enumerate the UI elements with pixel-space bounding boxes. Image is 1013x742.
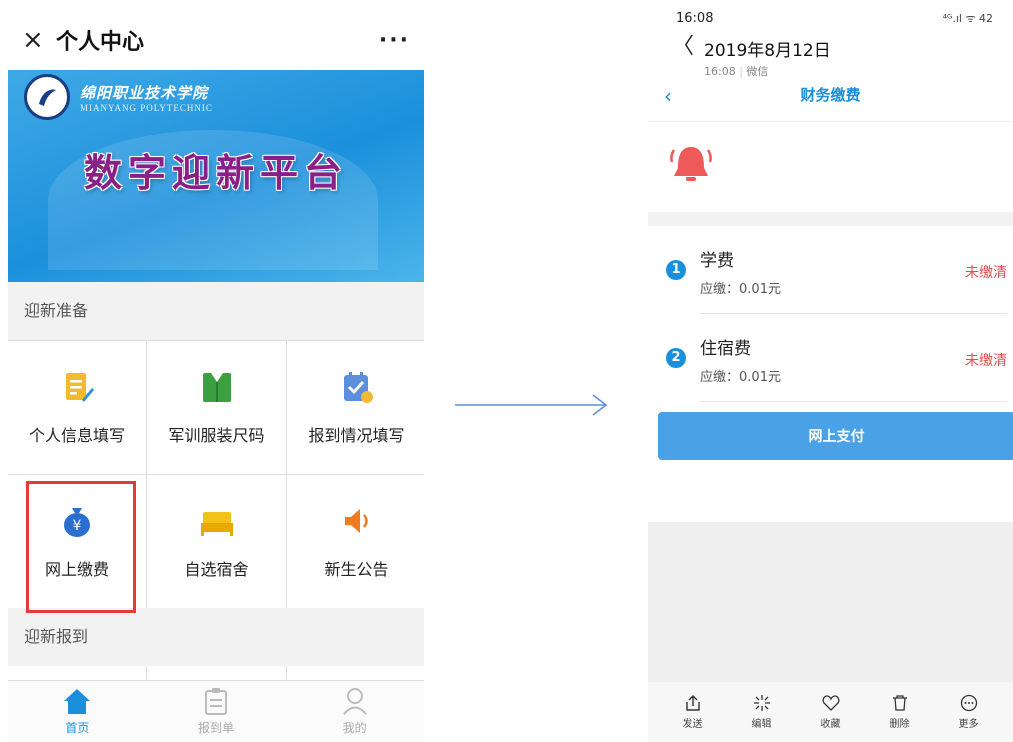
grid-item-freshman-notice[interactable]: 新生公告: [287, 475, 424, 608]
uniform-icon: [200, 370, 234, 404]
action-label: 编辑: [751, 719, 772, 730]
school-name-en: MIANYANG POLYTECHNIC: [80, 102, 213, 113]
fee-item-accommodation[interactable]: 2 住宿费 应缴：0.01元 未缴清: [666, 314, 1007, 402]
clipboard-icon: [205, 688, 227, 715]
tab-label: 我的: [342, 721, 367, 735]
fee-item-tuition[interactable]: 1 学费 应缴：0.01元 未缴清: [666, 226, 1007, 314]
alert-bell-icon: [670, 147, 712, 181]
school-logo: 绵阳职业技术学院 MIANYANG POLYTECHNIC: [24, 74, 213, 120]
fee-index-badge: 2: [666, 348, 686, 368]
chat-subtitle: 16:08 | 微信: [704, 65, 769, 78]
fee-name: 学费: [700, 251, 734, 271]
top-bar: × 个人中心 ···: [8, 10, 424, 70]
function-grid: 个人信息填写 军训服装尺码 报到情况填写 ¥ 网上缴费 自选宿舍 新生公告: [8, 340, 424, 613]
fee-name: 住宿费: [700, 339, 751, 359]
grid-item-label: 自选宿舍: [184, 559, 249, 579]
edit-sparkle-icon: [753, 695, 770, 711]
close-icon[interactable]: ×: [22, 25, 52, 55]
grid-item-label: 个人信息填写: [28, 425, 125, 445]
grid-item-dorm-select[interactable]: 自选宿舍: [147, 475, 286, 608]
tab-registration-form[interactable]: 报到单: [147, 681, 286, 742]
home-icon: [64, 689, 91, 714]
svg-text:¥: ¥: [73, 518, 82, 534]
bottom-tab-bar: 首页 报到单 我的: [8, 680, 424, 742]
more-circle-icon: [960, 694, 977, 712]
action-delete[interactable]: 删除: [890, 694, 910, 730]
page-title: 财务缴费: [800, 86, 861, 104]
flow-arrow-icon: [455, 394, 608, 416]
bottom-action-bar: 发送 编辑 收藏 删除 更多: [648, 682, 1013, 742]
finance-payment-screen: 16:08 ⁴ᴳ.ıl ᯤ 42 〈 2019年8月12日 16:08 | 微信…: [648, 0, 1013, 742]
personal-center-screen: × 个人中心 ··· 绵阳职业技术学院 MIANYANG POLYTECHNIC…: [8, 10, 424, 742]
action-favorite[interactable]: 收藏: [821, 694, 841, 730]
fee-status: 未缴清: [965, 353, 1007, 369]
fee-index-badge: 1: [666, 260, 686, 280]
section-title-prepare: 迎新准备: [8, 282, 424, 340]
fee-status: 未缴清: [965, 265, 1007, 281]
school-emblem-icon: [24, 74, 70, 120]
heart-icon: [822, 695, 839, 711]
trash-icon: [892, 695, 907, 711]
tab-label: 报到单: [198, 721, 235, 735]
chat-source: 微信: [746, 65, 769, 78]
grid-item-label: 报到情况填写: [308, 425, 405, 445]
page-title: 个人中心: [56, 30, 145, 55]
grid-item-label: 网上缴费: [44, 559, 109, 579]
action-label: 发送: [682, 719, 703, 730]
checklist-icon: [340, 370, 374, 404]
online-pay-button[interactable]: 网上支付: [658, 412, 1013, 460]
grid-item-label: 军训服装尺码: [168, 425, 265, 445]
grid-item-personal-info[interactable]: 个人信息填写: [8, 341, 146, 474]
share-icon: [685, 695, 700, 711]
alert-area: [648, 122, 1013, 212]
chat-time: 16:08: [704, 65, 736, 78]
bed-icon: [200, 504, 234, 538]
grid-item-uniform-size[interactable]: 军训服装尺码: [147, 341, 286, 474]
banner-headline: 数字迎新平台: [83, 150, 348, 195]
more-menu-icon[interactable]: ···: [379, 28, 410, 53]
grid-item-online-payment[interactable]: ¥ 网上缴费: [8, 475, 146, 613]
status-icons: ⁴ᴳ.ıl ᯤ 42: [942, 11, 993, 25]
tab-mine[interactable]: 我的: [285, 681, 424, 742]
comparison-stage: × 个人中心 ··· 绵阳职业技术学院 MIANYANG POLYTECHNIC…: [0, 0, 1013, 742]
action-label: 删除: [889, 719, 910, 730]
status-bar: 16:08 ⁴ᴳ.ıl ᯤ 42: [648, 0, 1013, 36]
grid-item-registration-status[interactable]: 报到情况填写: [287, 341, 424, 474]
section-divider: [648, 212, 1013, 226]
user-icon: [342, 688, 367, 715]
action-label: 更多: [958, 719, 979, 730]
fee-due: 应缴：0.01元: [700, 282, 781, 297]
back-icon[interactable]: 〈: [672, 36, 694, 58]
money-bag-icon: ¥: [60, 504, 94, 538]
chat-date: 2019年8月12日: [704, 41, 831, 61]
empty-area: [648, 522, 1013, 682]
page-header: ‹ 财务缴费: [648, 84, 1013, 122]
tab-label: 首页: [65, 721, 90, 735]
action-send[interactable]: 发送: [683, 694, 703, 730]
section-title-register: 迎新报到: [8, 608, 424, 666]
grid-item-label: 新生公告: [324, 559, 389, 579]
fee-due: 应缴：0.01元: [700, 370, 781, 385]
action-label: 收藏: [820, 719, 841, 730]
action-edit[interactable]: 编辑: [752, 694, 772, 730]
tab-home[interactable]: 首页: [8, 681, 147, 742]
chat-header: 〈 2019年8月12日 16:08 | 微信: [648, 36, 1013, 90]
form-edit-icon: [60, 370, 94, 404]
speaker-icon: [340, 504, 374, 538]
action-more[interactable]: 更多: [959, 694, 979, 730]
school-name-cn: 绵阳职业技术学院: [80, 83, 209, 102]
status-time: 16:08: [676, 10, 714, 26]
welcome-banner: 绵阳职业技术学院 MIANYANG POLYTECHNIC 数字迎新平台: [8, 70, 424, 282]
